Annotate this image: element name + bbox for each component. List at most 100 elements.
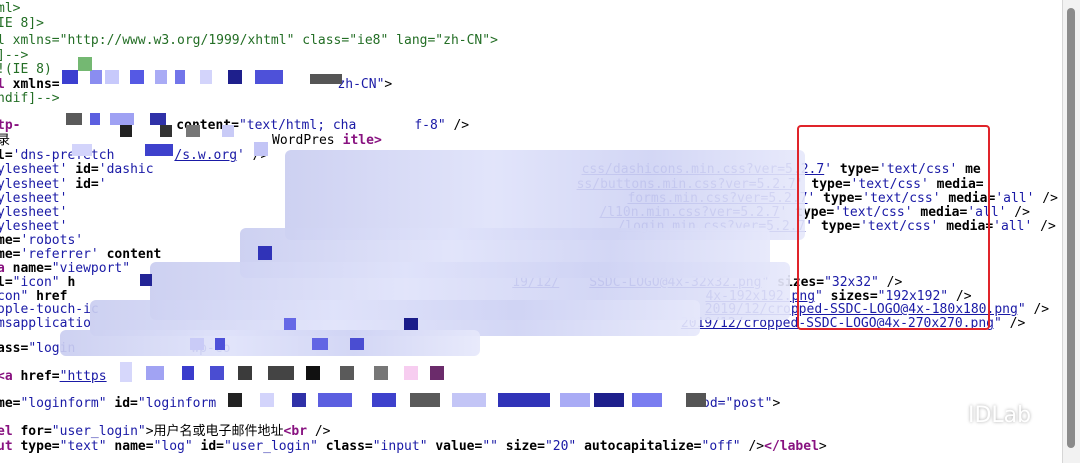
redaction-pixel	[62, 70, 78, 84]
code-line: ndif]-->	[0, 90, 60, 108]
redaction-pixel	[350, 338, 364, 350]
code-token: itle>	[342, 133, 382, 148]
code-token: id=	[106, 396, 138, 411]
redaction-pixel	[78, 57, 92, 71]
redaction-pixel	[374, 366, 388, 380]
code-token: class=	[317, 439, 373, 454]
redaction-pixel	[268, 366, 294, 380]
redaction-pixel	[200, 70, 212, 84]
code-token: />	[1032, 219, 1056, 234]
code-token: "input"	[372, 439, 428, 454]
code-token: "loginform"	[20, 396, 107, 411]
code-token: !(IE 8)	[0, 62, 52, 77]
code-link[interactable]: "https	[60, 369, 107, 384]
source-code-viewer[interactable]: ml> IE 8]> l xmlns="http://www.w3.org/1999…	[0, 0, 1062, 463]
redaction-pixel	[120, 125, 132, 137]
code-token: el	[0, 424, 13, 439]
redaction-pixel	[372, 393, 396, 407]
code-token: <br	[283, 424, 308, 439]
code-token: WordPres	[272, 133, 335, 148]
redaction-pixel	[255, 70, 283, 84]
redaction-pixel	[120, 362, 132, 382]
redaction-pixel	[182, 366, 194, 380]
redaction-pixel	[498, 393, 550, 407]
code-token: id=	[192, 439, 225, 454]
redaction-pixel	[150, 113, 166, 125]
code-token: name=	[106, 439, 154, 454]
code-token: ass=	[0, 341, 29, 356]
code-token: href=	[20, 369, 60, 384]
code-token: ndif]-->	[0, 91, 60, 106]
code-token: />	[307, 424, 331, 439]
redaction-pixel	[284, 318, 296, 330]
redaction-pixel	[130, 70, 144, 84]
redaction-pixel	[72, 144, 92, 156]
code-line: IE 8]>	[0, 15, 44, 33]
redaction-pixel	[312, 338, 328, 350]
code-token: 录	[0, 133, 11, 148]
code-token: "user_login"	[224, 439, 318, 454]
redaction-pixel	[632, 393, 662, 407]
code-line: <a href="https	[0, 368, 107, 386]
code-token: </label	[764, 439, 819, 454]
code-token: size=	[497, 439, 545, 454]
code-token: "log"	[153, 439, 193, 454]
code-token: "	[994, 316, 1002, 331]
code-token: />	[1034, 191, 1058, 206]
redaction-pixel	[105, 70, 119, 84]
code-token: />	[1001, 316, 1026, 331]
redaction-pixel	[210, 366, 224, 380]
red-highlight-box	[797, 125, 990, 330]
redaction-pixel	[404, 318, 418, 330]
code-token: "text/html; cha	[238, 118, 357, 133]
code-token: <a	[0, 369, 13, 384]
redaction-pixel	[318, 393, 352, 407]
redaction-pixel	[340, 366, 354, 380]
code-token: "20"	[544, 439, 577, 454]
redaction-pixel	[430, 366, 444, 380]
redaction-pixel	[258, 246, 272, 260]
code-token: />	[445, 118, 470, 133]
code-token: 'dashic	[98, 162, 154, 177]
code-token: >	[384, 77, 393, 92]
code-token: autocapitalize=	[576, 439, 702, 454]
redaction-pixel	[238, 366, 252, 380]
redaction-pixel	[292, 393, 306, 407]
wechat-icon	[929, 403, 960, 426]
redaction-pixel	[404, 366, 418, 380]
code-token: me=	[0, 396, 21, 411]
code-token: >	[772, 396, 781, 411]
redaction-pixel	[222, 125, 234, 137]
redaction-pixel	[310, 74, 342, 84]
code-line: l xmlns="http://www.w3.org/1999/xhtml" c…	[0, 32, 498, 50]
redaction-pixel	[306, 366, 320, 380]
redaction-pixel	[146, 366, 164, 380]
code-token: type=	[20, 439, 60, 454]
redaction-pixel	[410, 393, 440, 407]
scrollbar-thumb[interactable]	[1067, 8, 1075, 448]
code-token: "text"	[59, 439, 107, 454]
redaction-pixel	[594, 393, 624, 407]
redaction-blur	[285, 150, 805, 240]
code-token: "user_login"	[51, 424, 146, 439]
code-token: IE 8]>	[0, 16, 44, 31]
redaction-pixel	[140, 274, 152, 286]
watermark: IDLab	[928, 398, 1031, 432]
code-token: f-8"	[414, 118, 446, 133]
code-token: />	[740, 439, 765, 454]
code-token: ml>	[0, 1, 21, 16]
redaction-pixel	[145, 144, 173, 156]
code-token: >用户名或电子邮件地址	[145, 424, 284, 439]
redaction-pixel	[215, 338, 225, 350]
redaction-pixel	[160, 125, 172, 137]
code-line: ut type="text" name="log" id="user_login…	[0, 438, 827, 456]
code-token: msapplicatio	[0, 316, 91, 331]
code-token: id=	[67, 162, 99, 177]
redaction-pixel	[186, 125, 200, 137]
code-token: />	[1025, 302, 1050, 317]
code-token: "off"	[701, 439, 741, 454]
code-token: ylesheet'	[0, 162, 68, 177]
code-token: for=	[20, 424, 52, 439]
redaction-pixel	[228, 393, 242, 407]
redaction-pixel	[66, 113, 82, 125]
